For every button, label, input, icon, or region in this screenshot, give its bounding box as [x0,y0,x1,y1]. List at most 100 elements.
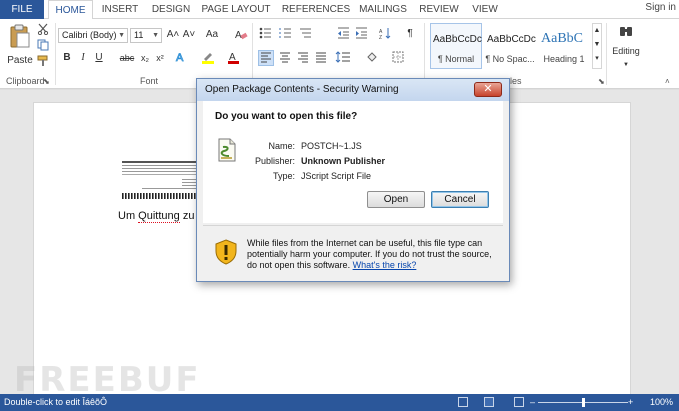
bullets-icon[interactable] [258,27,272,44]
warning-message: While files from the Internet can be use… [247,238,499,271]
underline-button[interactable]: U [94,51,104,65]
clipboard-group-label: Clipboard [6,76,45,86]
align-center-icon[interactable] [278,51,292,68]
whats-the-risk-link[interactable]: What's the risk? [353,260,417,270]
justify-icon[interactable] [314,51,328,68]
style-no-spacing[interactable]: AaBbCcDc ¶ No Spac... [484,23,536,69]
styles-group-label: les [510,76,522,86]
tab-home[interactable]: HOME [48,0,93,20]
tab-insert[interactable]: INSERT [97,0,143,19]
tab-view[interactable]: VIEW [466,0,504,19]
align-right-icon[interactable] [296,51,310,68]
ribbon-separator [606,23,607,85]
zoom-slider-thumb[interactable] [582,398,585,407]
decrease-indent-icon[interactable] [336,27,350,44]
sort-icon[interactable]: AZ [378,27,392,44]
style-name: Heading 1 [543,54,585,64]
text-run: Um [118,210,139,222]
font-name-combo[interactable]: Calibri (Body) ▼ [58,28,128,43]
styles-scroll[interactable]: ▲ ▼ ▾ [592,23,602,69]
styles-launcher-icon[interactable]: ⬊ [598,77,605,86]
shading-icon[interactable] [364,51,380,68]
style-name: ¶ No Spac... [485,54,535,64]
editing-button[interactable]: Editing ▼ [610,23,642,73]
zoom-level[interactable]: 100% [650,394,673,411]
dialog-body: Do you want to open this file? Name: POS… [203,101,503,223]
font-name-value: Calibri (Body) [62,30,117,40]
style-preview: AaBbC [541,31,583,46]
script-file-icon [218,138,236,162]
publisher-value: Unknown Publisher [301,156,386,166]
tab-file[interactable]: FILE [0,0,44,19]
tab-page-layout[interactable]: PAGE LAYOUT [200,0,272,19]
svg-text:A: A [235,30,242,40]
style-normal[interactable]: AaBbCcDc ¶ Normal [430,23,482,69]
tab-review[interactable]: REVIEW [417,0,461,19]
name-label: Name: [268,141,295,151]
dialog-title: Open Package Contents - Security Warning [205,84,399,95]
text-effects-icon[interactable]: A [174,50,188,68]
cut-icon[interactable] [37,23,49,36]
bold-button[interactable]: B [62,51,72,65]
paste-button[interactable]: Paste [6,23,34,69]
style-heading-1[interactable]: AaBbC Heading 1 [538,23,590,69]
status-bar: Double-click to edit ÎáêõÔ – + 100% [0,394,679,411]
multilevel-list-icon[interactable] [298,27,312,44]
dialog-titlebar[interactable]: Open Package Contents - Security Warning… [197,79,509,101]
italic-button[interactable]: I [78,51,88,65]
format-painter-icon[interactable] [37,55,49,67]
shrink-font-button[interactable]: A˅ [182,28,196,42]
editing-label: Editing [612,46,640,56]
dialog-divider [203,225,503,226]
type-label: Type: [272,171,295,181]
tab-references[interactable]: REFERENCES [280,0,352,19]
superscript-button[interactable]: x² [154,51,166,65]
shield-warning-icon [215,239,237,265]
read-mode-icon[interactable] [458,397,468,407]
document-text[interactable]: Um Quittung zu s [118,210,203,223]
sign-in-link[interactable]: Sign in [645,2,676,13]
svg-text:A: A [176,52,184,63]
strikethrough-button[interactable]: abc [118,51,136,65]
publisher-label: Publisher: [254,156,295,166]
borders-icon[interactable] [390,51,406,68]
close-button[interactable]: ✕ [474,82,502,97]
ribbon-separator [252,23,253,85]
clipboard-launcher-icon[interactable]: ⬊ [43,77,50,86]
font-size-combo[interactable]: 11 ▼ [130,28,162,43]
chevron-down-icon: ▼ [152,32,159,39]
dialog-question: Do you want to open this file? [215,111,358,122]
copy-icon[interactable] [37,39,49,51]
tab-design[interactable]: DESIGN [148,0,194,19]
cancel-button[interactable]: Cancel [431,191,489,208]
font-group-label: Font [140,76,159,86]
tab-mailings[interactable]: MAILINGS [355,0,411,19]
chevron-down-icon: ▼ [623,62,629,68]
font-size-value: 11 [134,30,144,40]
status-text: Double-click to edit ÎáêõÔ [4,397,108,407]
font-color-icon[interactable]: A [226,50,240,69]
misspelled-word: Quittung [138,210,180,223]
security-warning-dialog: Open Package Contents - Security Warning… [196,78,510,282]
svg-text:Z: Z [379,35,382,39]
collapse-ribbon-icon[interactable]: ˄ [665,77,670,86]
clear-formatting-icon[interactable]: A [234,28,248,45]
show-marks-button[interactable]: ¶ [404,27,416,41]
zoom-out-icon[interactable]: – [530,394,535,411]
open-button[interactable]: Open [367,191,425,208]
name-value: POSTCH~1.JS [301,141,362,151]
numbering-icon[interactable] [278,27,292,44]
highlight-color-icon[interactable] [200,50,216,69]
type-value: JScript Script File [301,171,372,181]
paste-label: Paste [7,55,33,66]
grow-font-button[interactable]: A˄ [166,28,180,42]
zoom-in-icon[interactable]: + [628,394,633,411]
subscript-button[interactable]: x₂ [139,51,151,65]
print-layout-icon[interactable] [484,397,494,407]
chevron-down-icon: ▼ [118,32,125,39]
align-left-button[interactable] [258,50,274,66]
increase-indent-icon[interactable] [354,27,368,44]
change-case-button[interactable]: Aa [202,28,222,42]
web-layout-icon[interactable] [514,397,524,407]
line-spacing-icon[interactable] [334,51,352,68]
